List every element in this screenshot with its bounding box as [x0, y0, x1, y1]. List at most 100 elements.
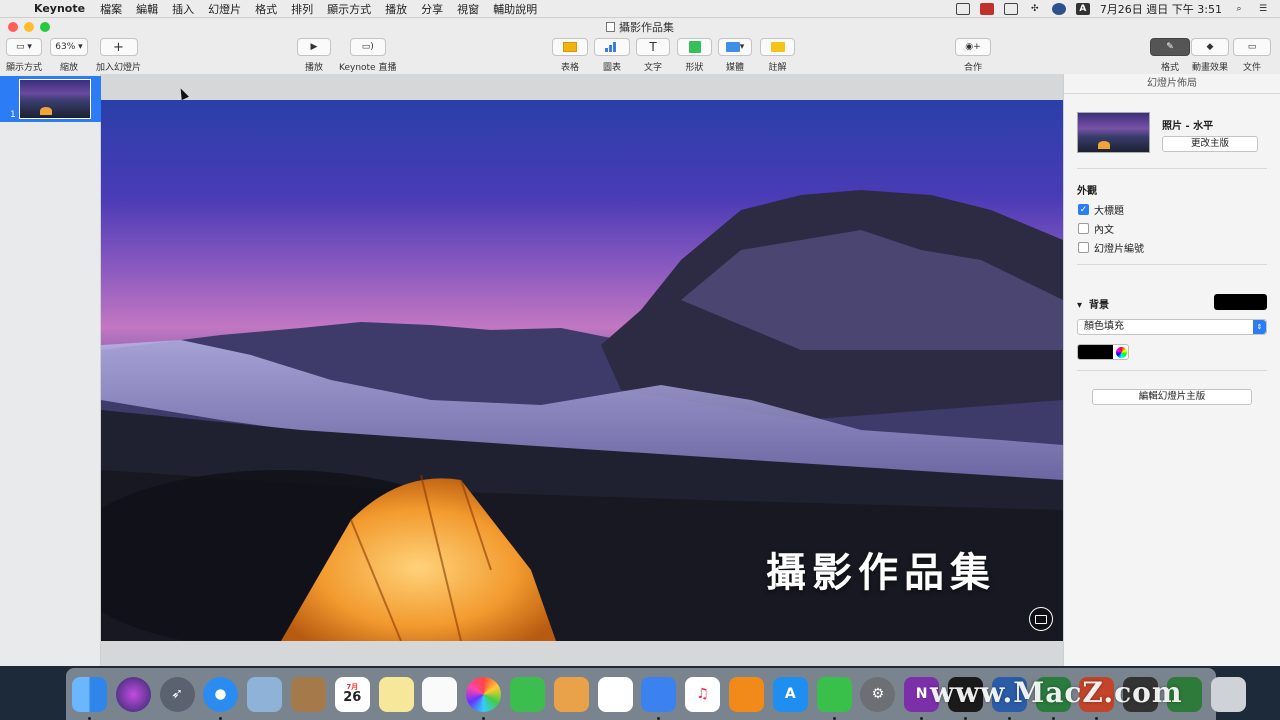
document-panel-icon: ▭ [1247, 42, 1257, 52]
document-tool[interactable]: ▭ 文件 [1233, 38, 1271, 73]
title-checkbox-row[interactable]: ✓ 大標題 [1078, 202, 1124, 217]
color-swatch[interactable] [1078, 345, 1113, 359]
slide-number-checkbox-row[interactable]: 幻燈片編號 [1078, 240, 1144, 255]
minimize-window-button[interactable] [24, 22, 34, 32]
menu-view[interactable]: 顯示方式 [320, 1, 378, 17]
menu-app-name[interactable]: Keynote [30, 2, 93, 15]
text-tool[interactable]: T 文字 [636, 38, 670, 73]
network-tray-icon[interactable]: ✣ [1028, 3, 1042, 15]
table-button[interactable] [552, 38, 588, 56]
menu-edit[interactable]: 編輯 [129, 1, 165, 17]
user-tray-icon[interactable] [1051, 2, 1066, 15]
menu-window[interactable]: 視窗 [450, 1, 486, 17]
collaborate-tool[interactable]: ◉+ 合作 [955, 38, 991, 73]
input-source-icon[interactable]: A [1075, 2, 1090, 15]
comment-tool[interactable]: 註解 [760, 38, 795, 73]
text-button[interactable]: T [636, 38, 670, 56]
view-tool[interactable]: ▭ ▾ 顯示方式 [6, 38, 42, 73]
document-button[interactable]: ▭ [1233, 38, 1271, 56]
keynote-live-button[interactable]: ▭) [349, 38, 386, 56]
safari-icon[interactable] [203, 676, 239, 720]
add-slide-tool[interactable]: + 加入幻燈片 [96, 38, 141, 73]
fill-type-select[interactable]: 顏色填充 ⇕ [1077, 319, 1267, 335]
keynote-live-tool[interactable]: ▭) Keynote 直播 [339, 38, 396, 73]
body-checkbox[interactable] [1078, 223, 1089, 234]
shape-tool[interactable]: 形狀 [677, 38, 712, 73]
add-slide-button[interactable]: + [99, 38, 138, 56]
slide-title-text[interactable]: 攝影作品集 [766, 540, 996, 598]
table-label: 表格 [560, 63, 579, 73]
media-tool[interactable]: ▾ 媒體 [718, 38, 752, 73]
slide-thumbnail-selected[interactable]: 1 [0, 76, 101, 122]
menu-insert[interactable]: 插入 [165, 1, 201, 17]
slide-thumbnail-image[interactable] [19, 79, 91, 119]
collaborate-button[interactable]: ◉+ [955, 38, 991, 56]
display-tray-icon[interactable] [1003, 2, 1018, 15]
menu-list-icon[interactable]: ☰ [1256, 3, 1270, 15]
menu-slide[interactable]: 幻燈片 [201, 1, 248, 17]
slide[interactable]: 攝影作品集 [101, 100, 1063, 641]
notes-icon[interactable] [378, 676, 414, 712]
close-window-button[interactable] [8, 22, 18, 32]
keynote-icon[interactable] [641, 676, 677, 720]
shape-button[interactable] [677, 38, 712, 56]
launchpad-icon[interactable]: ➶ [159, 676, 195, 712]
slide-number-checkbox[interactable] [1078, 242, 1089, 253]
menu-help[interactable]: 輔助說明 [486, 1, 544, 17]
edit-master-button[interactable]: 編輯幻燈片主版 [1092, 389, 1252, 405]
color-wheel-icon[interactable] [1116, 346, 1127, 358]
comment-button[interactable] [760, 38, 795, 56]
zoom-window-button[interactable] [40, 22, 50, 32]
layout-thumbnail[interactable] [1077, 112, 1150, 153]
system-preferences-icon[interactable]: ⚙ [860, 676, 896, 712]
app-store-icon[interactable]: A [772, 676, 808, 712]
format-tool[interactable]: ✎ 格式 [1150, 38, 1190, 73]
title-checkbox[interactable]: ✓ [1078, 204, 1089, 215]
siri-icon[interactable] [115, 676, 151, 712]
play-tool[interactable]: ▶ 播放 [297, 38, 331, 73]
body-checkbox-row[interactable]: 內文 [1078, 221, 1114, 236]
recorder-tray-icon[interactable] [979, 2, 994, 15]
mail-stamp-icon[interactable] [247, 676, 283, 712]
zoom-tool[interactable]: 63% ▾ 縮放 [50, 38, 88, 73]
color-well[interactable] [1077, 344, 1129, 360]
background-title[interactable]: ▾ 背景 [1077, 296, 1109, 311]
line-icon[interactable] [816, 676, 852, 720]
evernote-tray-icon[interactable] [955, 2, 970, 15]
finder-icon[interactable] [72, 676, 107, 720]
facetime-icon[interactable] [509, 676, 545, 712]
table-tool[interactable]: 表格 [552, 38, 588, 73]
comment-icon [770, 42, 785, 52]
menu-share[interactable]: 分享 [414, 1, 450, 17]
chart-button[interactable] [594, 38, 630, 56]
zoom-select[interactable]: 63% ▾ [50, 38, 88, 56]
pages-icon[interactable] [553, 676, 589, 712]
appearance-title: 外觀 [1077, 186, 1097, 197]
calendar-icon[interactable]: 7月 26 [334, 676, 370, 712]
play-button[interactable]: ▶ [297, 38, 331, 56]
numbers-icon[interactable] [597, 676, 633, 712]
photos-icon[interactable] [466, 676, 502, 720]
menu-file[interactable]: 檔案 [93, 1, 129, 17]
music-icon[interactable]: ♫ [685, 676, 721, 712]
media-button[interactable]: ▾ [718, 38, 752, 56]
animate-tool[interactable]: ◆ 動畫效果 [1191, 38, 1229, 73]
books-icon[interactable] [728, 676, 764, 712]
menu-arrange[interactable]: 排列 [284, 1, 320, 17]
view-button[interactable]: ▭ ▾ [6, 38, 42, 56]
menu-format[interactable]: 格式 [248, 1, 284, 17]
animate-button[interactable]: ◆ [1191, 38, 1229, 56]
trash-icon[interactable] [1210, 676, 1246, 712]
search-icon[interactable]: ⌕ [1232, 3, 1246, 15]
inspector-header: 幻燈片佈局 [1064, 74, 1280, 94]
change-master-button[interactable]: 更改主版 [1162, 136, 1258, 152]
menu-clock[interactable]: 7月26日 週日 下午 3:51 [1100, 1, 1222, 17]
background-color-swatch[interactable] [1214, 294, 1267, 310]
menu-play[interactable]: 播放 [378, 1, 414, 17]
contacts-icon[interactable] [290, 676, 326, 712]
format-button[interactable]: ✎ [1150, 38, 1190, 56]
media-placeholder-icon[interactable] [1029, 607, 1053, 631]
reminders-icon[interactable] [422, 676, 458, 712]
chart-tool[interactable]: 圖表 [594, 38, 630, 73]
slide-canvas[interactable]: 攝影作品集 [101, 74, 1063, 666]
